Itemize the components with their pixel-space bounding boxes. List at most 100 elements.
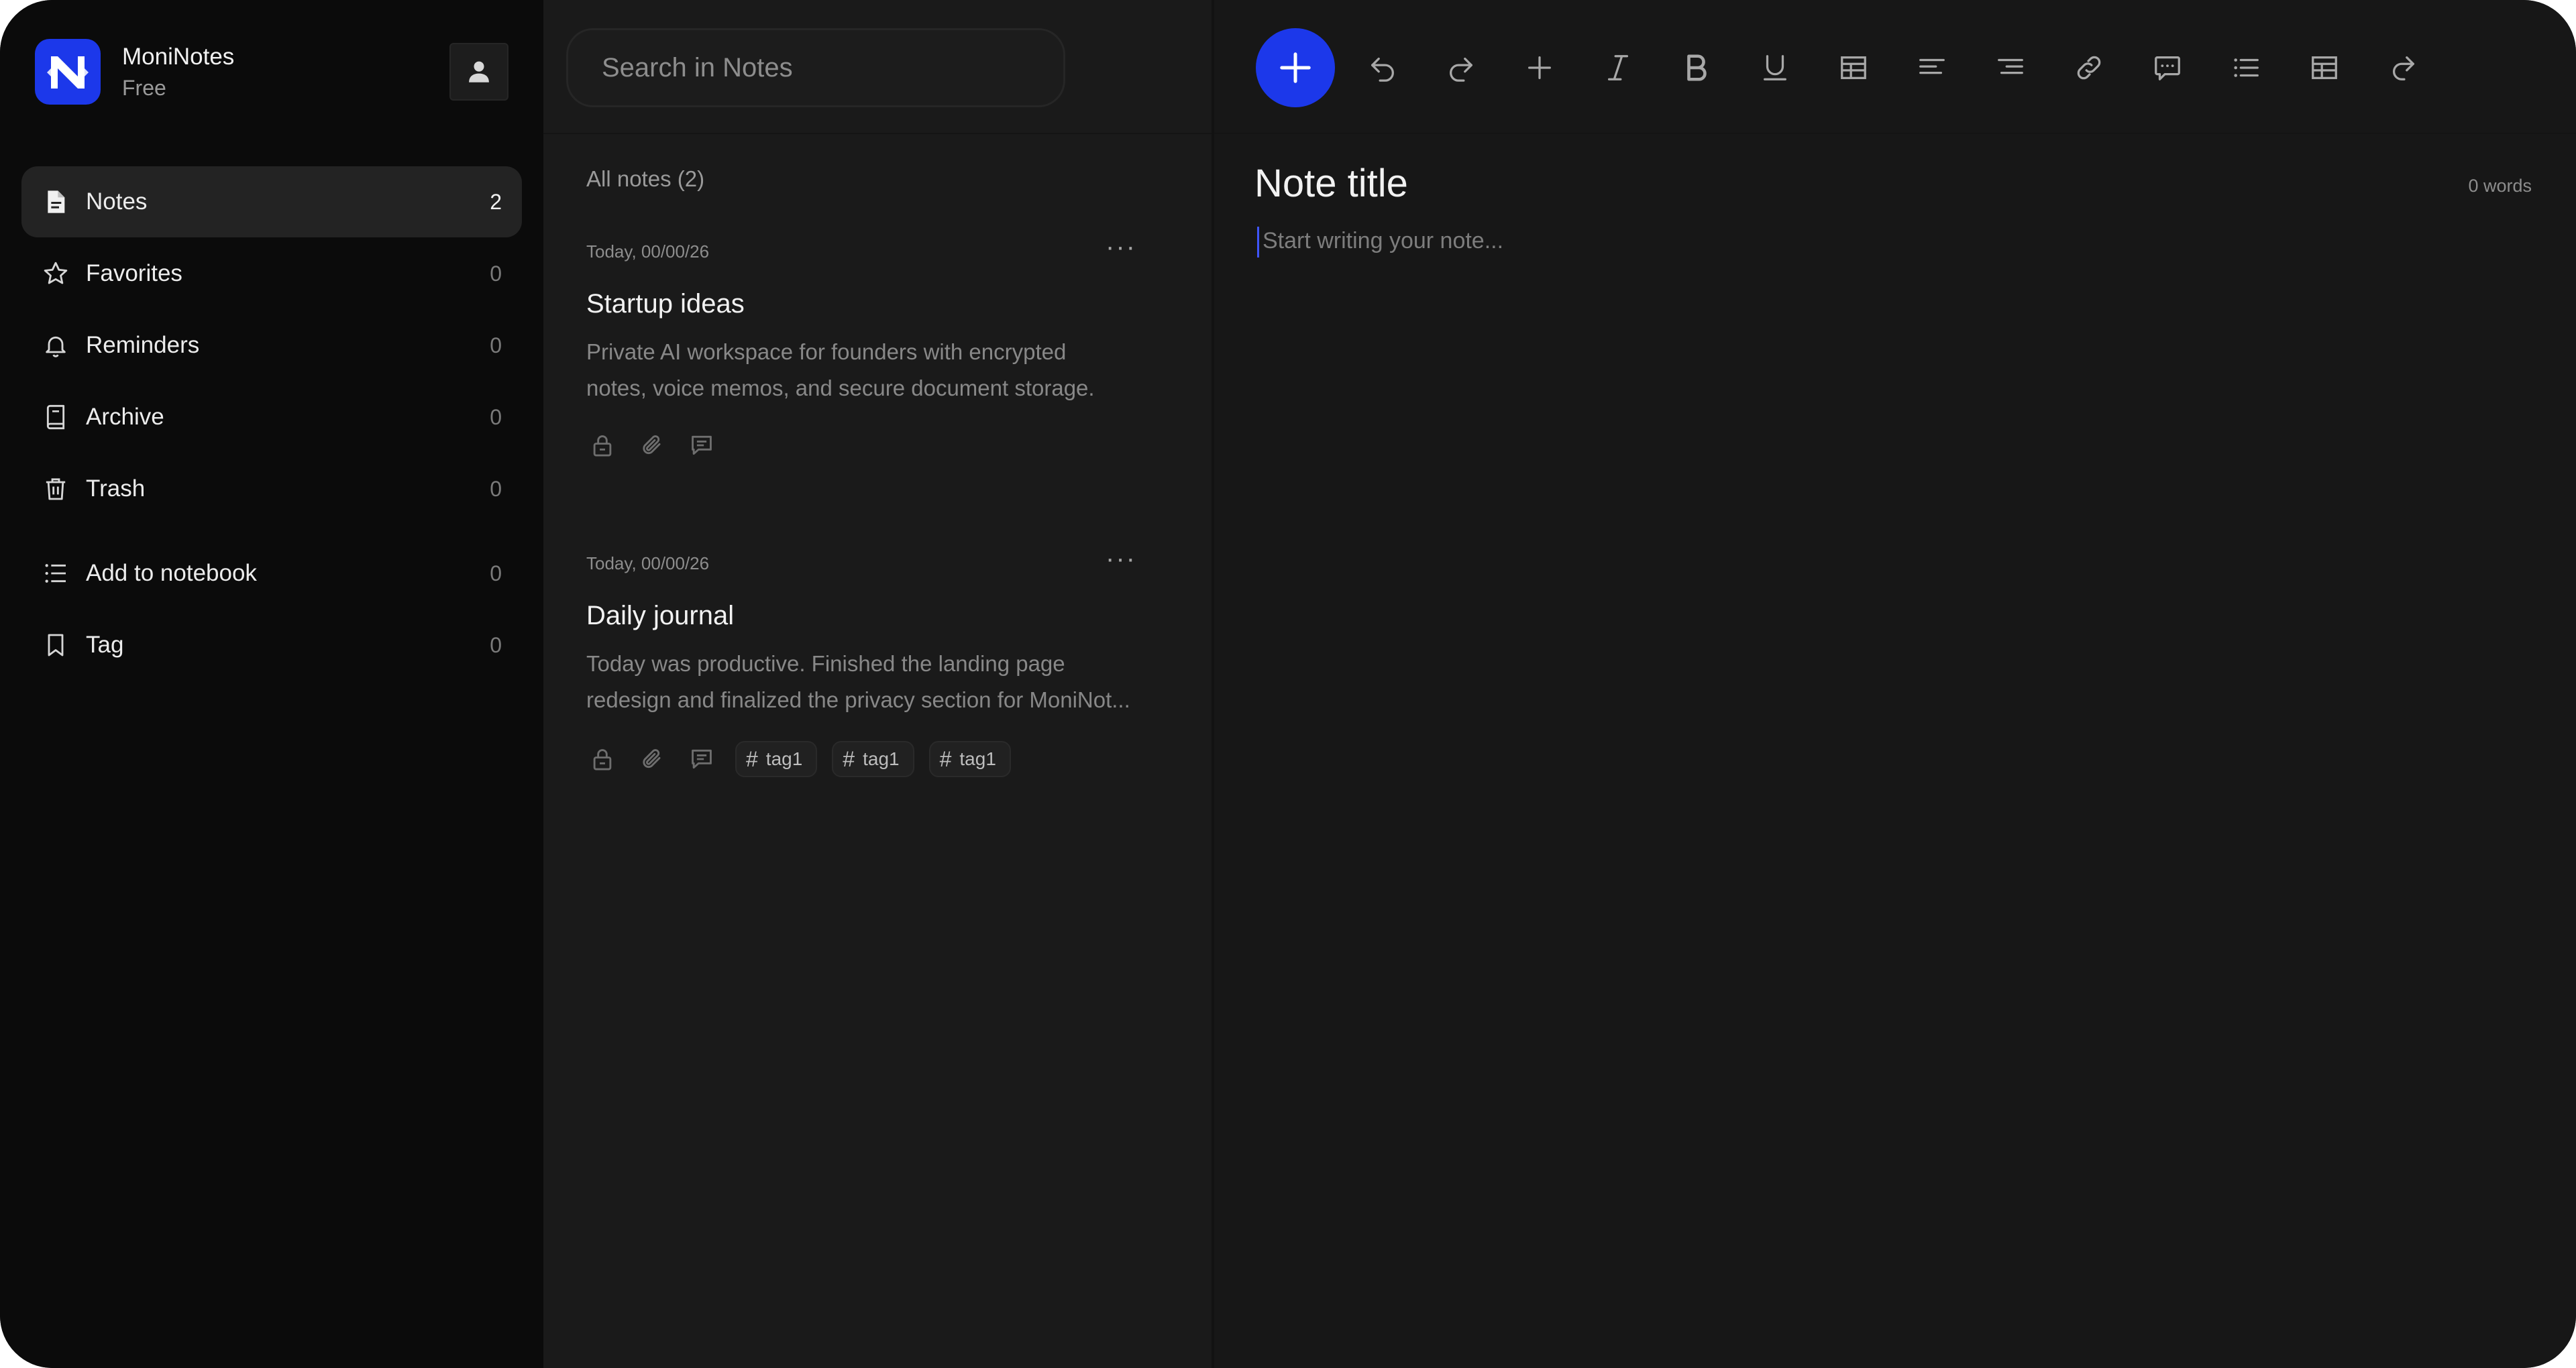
table-icon bbox=[1841, 56, 1866, 79]
profile-button[interactable] bbox=[449, 43, 508, 101]
bookmark-icon bbox=[40, 630, 71, 661]
bulleted-list-icon bbox=[2234, 58, 2259, 77]
search-input[interactable] bbox=[566, 28, 1065, 107]
underline-icon bbox=[1764, 55, 1786, 80]
sidebar-item-count: 2 bbox=[490, 189, 502, 214]
italic-icon bbox=[1607, 55, 1629, 80]
sidebar-item-tag[interactable]: Tag 0 bbox=[21, 610, 522, 681]
table-button[interactable] bbox=[1837, 51, 1870, 84]
note-preview-line: redesign and finalized the privacy secti… bbox=[586, 687, 1130, 712]
lock-icon bbox=[586, 429, 619, 461]
search-bar bbox=[543, 0, 1212, 134]
sidebar-item-archive[interactable]: Archive 0 bbox=[21, 382, 522, 453]
paperclip-icon bbox=[636, 429, 668, 461]
plan-label: Free bbox=[122, 76, 166, 100]
align-left-button[interactable] bbox=[1915, 51, 1949, 84]
tag-chip[interactable]: # tag1 bbox=[832, 741, 914, 777]
sidebar-item-label: Archive bbox=[86, 404, 164, 430]
book-icon bbox=[40, 402, 71, 433]
note-date: Today, 00/00/26 bbox=[586, 241, 710, 262]
sidebar-item-label: Favorites bbox=[86, 260, 182, 286]
link-icon bbox=[2077, 56, 2101, 80]
redo-icon bbox=[1450, 57, 1472, 82]
brand: MoniNotes Free bbox=[35, 39, 234, 105]
sidebar-item-trash[interactable]: Trash 0 bbox=[21, 453, 522, 524]
plus-icon bbox=[1280, 52, 1311, 83]
comment-icon bbox=[686, 743, 718, 775]
note-card[interactable]: Today, 00/00/26 ··· Daily journal Today … bbox=[586, 544, 1170, 777]
notes-list-panel: All notes (2) Today, 00/00/26 ··· Startu… bbox=[543, 0, 1214, 1368]
star-icon bbox=[40, 258, 71, 289]
paperclip-icon bbox=[636, 743, 668, 775]
more-options-button[interactable]: ··· bbox=[1106, 232, 1136, 262]
new-note-button[interactable] bbox=[1256, 28, 1335, 107]
sidebar-item-count: 0 bbox=[490, 333, 502, 357]
bulleted-list-button[interactable] bbox=[2229, 51, 2263, 84]
comment-icon bbox=[686, 429, 718, 461]
note-preview: Today was productive. Finished the landi… bbox=[586, 646, 1170, 718]
tag-chip[interactable]: # tag1 bbox=[735, 741, 818, 777]
bell-icon bbox=[40, 330, 71, 361]
hash-icon: # bbox=[939, 746, 952, 771]
note-card[interactable]: Today, 00/00/26 ··· Startup ideas Privat… bbox=[586, 232, 1170, 461]
note-title: Daily journal bbox=[586, 601, 735, 630]
tag-label: tag1 bbox=[959, 748, 996, 769]
sidebar-item-count: 0 bbox=[490, 261, 502, 286]
undo-button[interactable] bbox=[1366, 51, 1399, 84]
tag-label: tag1 bbox=[765, 748, 803, 769]
link-button[interactable] bbox=[2072, 51, 2106, 84]
tag-chip[interactable]: # tag1 bbox=[928, 741, 1011, 777]
list-icon bbox=[40, 558, 71, 589]
align-left-icon bbox=[1919, 58, 1945, 74]
sidebar-item-notes[interactable]: Notes 2 bbox=[21, 166, 522, 237]
comment-button[interactable] bbox=[2151, 51, 2184, 84]
sidebar-item-favorites[interactable]: Favorites 0 bbox=[21, 238, 522, 309]
insert-button[interactable] bbox=[1523, 51, 1556, 84]
note-title: Startup ideas bbox=[586, 289, 745, 319]
notes-list-header: All notes (2) bbox=[586, 166, 705, 191]
sidebar-item-label: Trash bbox=[86, 475, 146, 502]
sidebar-item-count: 0 bbox=[490, 476, 502, 501]
more-options-button[interactable]: ··· bbox=[1106, 544, 1136, 574]
underline-button[interactable] bbox=[1758, 51, 1792, 84]
document-icon bbox=[40, 186, 71, 217]
sidebar-item-label: Notes bbox=[86, 188, 148, 215]
forward-icon bbox=[2393, 56, 2414, 80]
sidebar: MoniNotes Free Notes 2 Favorites 0 Remin… bbox=[0, 0, 543, 1368]
app-logo bbox=[35, 39, 101, 105]
note-body-editor[interactable]: Start writing your note... bbox=[1263, 228, 1503, 254]
table-icon bbox=[2312, 56, 2337, 79]
table-button[interactable] bbox=[2308, 51, 2341, 84]
sidebar-item-count: 0 bbox=[490, 404, 502, 429]
sidebar-item-count: 0 bbox=[490, 632, 502, 657]
editor-toolbar bbox=[1214, 0, 2576, 134]
forward-button[interactable] bbox=[2386, 51, 2420, 84]
sidebar-item-label: Add to notebook bbox=[86, 560, 257, 586]
note-title-field[interactable]: Note title bbox=[1254, 161, 1408, 206]
word-count: 0 words bbox=[2468, 176, 2532, 196]
plus-icon bbox=[1528, 56, 1551, 79]
hash-icon: # bbox=[746, 746, 758, 771]
note-preview-line: Private AI workspace for founders with e… bbox=[586, 339, 1067, 364]
text-cursor bbox=[1257, 227, 1259, 258]
sidebar-item-label: Reminders bbox=[86, 332, 200, 358]
bold-button[interactable] bbox=[1680, 51, 1713, 84]
align-right-button[interactable] bbox=[1994, 51, 2027, 84]
italic-button[interactable] bbox=[1601, 51, 1635, 84]
sidebar-item-count: 0 bbox=[490, 561, 502, 585]
tag-label: tag1 bbox=[863, 748, 900, 769]
sidebar-item-add-to-notebook[interactable]: Add to notebook 0 bbox=[21, 538, 522, 609]
note-date: Today, 00/00/26 bbox=[586, 553, 710, 573]
app-window: MoniNotes Free Notes 2 Favorites 0 Remin… bbox=[0, 0, 2576, 1368]
sidebar-item-label: Tag bbox=[86, 632, 124, 658]
redo-button[interactable] bbox=[1444, 51, 1478, 84]
undo-icon bbox=[1371, 57, 1394, 82]
lock-icon bbox=[586, 743, 619, 775]
editor-panel: Note title 0 words Start writing your no… bbox=[1214, 0, 2576, 1368]
note-meta: # tag1 # tag1 # tag1 bbox=[586, 741, 1170, 777]
note-preview-line: notes, voice memos, and secure document … bbox=[586, 376, 1095, 400]
hash-icon: # bbox=[843, 746, 855, 771]
app-name: MoniNotes bbox=[122, 44, 235, 70]
align-right-icon bbox=[1998, 58, 2023, 74]
sidebar-item-reminders[interactable]: Reminders 0 bbox=[21, 310, 522, 381]
